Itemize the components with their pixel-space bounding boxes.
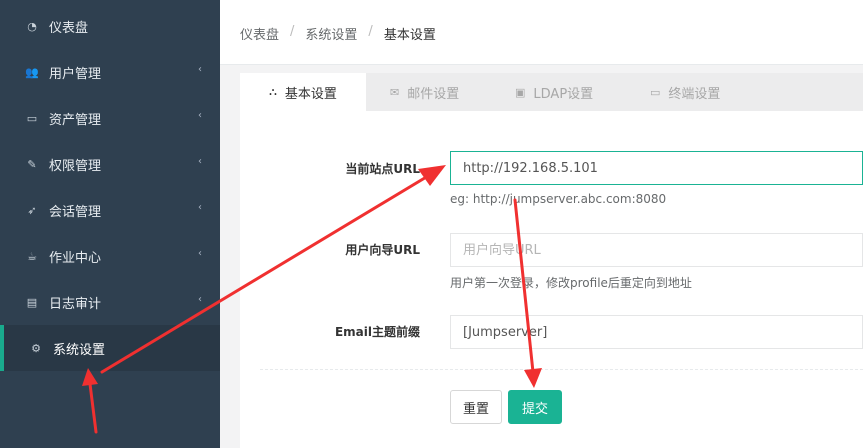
sidebar-item-label: 作业中心 xyxy=(49,250,102,266)
site-url-input[interactable] xyxy=(450,151,863,185)
chevron-left-icon: ‹ xyxy=(198,294,202,305)
tab-ldap-settings[interactable]: ▣ LDAP设置 xyxy=(515,73,593,111)
dashboard-icon: ◔ xyxy=(27,19,37,33)
tab-label: 邮件设置 xyxy=(407,86,460,102)
sidebar-item-dashboard[interactable]: ◔ 仪表盘 xyxy=(0,3,220,49)
rocket-icon: ➶ xyxy=(27,203,37,217)
tab-basic-settings[interactable]: ⛬ 基本设置 xyxy=(240,73,366,111)
tab-label: 基本设置 xyxy=(284,86,337,102)
archive-icon: ▣ xyxy=(515,85,526,99)
user-guide-url-help: 用户第一次登录，修改profile后重定向到地址 xyxy=(450,276,692,290)
sidebar-item-settings[interactable]: ⚙ 系统设置 xyxy=(0,325,220,371)
sidebar-item-jobs[interactable]: ☕ 作业中心 ‹ xyxy=(0,233,220,279)
tab-label: 终端设置 xyxy=(668,86,721,102)
hdd-icon: ▭ xyxy=(650,85,661,99)
chevron-left-icon: ‹ xyxy=(198,202,202,213)
sidebar-item-permissions[interactable]: ✎ 权限管理 ‹ xyxy=(0,141,220,187)
breadcrumb-separator: / xyxy=(290,24,295,39)
edit-icon: ✎ xyxy=(27,157,37,171)
sidebar-item-label: 日志审计 xyxy=(49,296,102,312)
chevron-left-icon: ‹ xyxy=(198,64,202,75)
users-icon: 👥 xyxy=(25,65,39,79)
chevron-left-icon: ‹ xyxy=(198,156,202,167)
sidebar-item-assets[interactable]: ▭ 资产管理 ‹ xyxy=(0,95,220,141)
site-url-label: 当前站点URL xyxy=(345,162,420,176)
sidebar-item-label: 会话管理 xyxy=(49,204,102,220)
sidebar-item-label: 资产管理 xyxy=(49,112,102,128)
breadcrumb-bar: 仪表盘 / 系统设置 / 基本设置 xyxy=(220,0,863,65)
settings-tabs: ⛬ 基本设置 ✉ 邮件设置 ▣ LDAP设置 ▭ 终端设置 xyxy=(240,73,863,111)
cubes-icon: ⛬ xyxy=(269,85,277,98)
tab-label: LDAP设置 xyxy=(533,86,594,102)
submit-button[interactable]: 提交 xyxy=(508,390,562,424)
sidebar-item-label: 权限管理 xyxy=(49,158,102,174)
sidebar-item-audit[interactable]: ▤ 日志审计 ‹ xyxy=(0,279,220,325)
breadcrumb-item-current: 基本设置 xyxy=(383,28,436,43)
reset-button[interactable]: 重置 xyxy=(450,390,502,424)
email-subject-prefix-label: Email主题前缀 xyxy=(334,325,420,339)
sidebar-item-label: 用户管理 xyxy=(49,66,102,82)
sidebar-item-label: 系统设置 xyxy=(53,342,106,358)
gears-icon: ⚙ xyxy=(31,341,41,355)
sidebar-item-sessions[interactable]: ➶ 会话管理 ‹ xyxy=(0,187,220,233)
envelope-icon: ✉ xyxy=(390,85,400,99)
tab-terminal-settings[interactable]: ▭ 终端设置 xyxy=(650,73,720,111)
sidebar-item-label: 仪表盘 xyxy=(49,20,89,36)
breadcrumb: 仪表盘 / 系统设置 / 基本设置 xyxy=(240,24,436,43)
user-guide-url-input[interactable] xyxy=(450,233,863,267)
sidebar: ◔ 仪表盘 👥 用户管理 ‹ ▭ 资产管理 ‹ ✎ 权限管理 ‹ ➶ 会话管理 … xyxy=(0,0,220,448)
chevron-left-icon: ‹ xyxy=(198,248,202,259)
coffee-icon: ☕ xyxy=(27,249,37,263)
breadcrumb-item-dashboard[interactable]: 仪表盘 xyxy=(240,24,279,43)
site-url-help: eg: http://jumpserver.abc.com:8080 xyxy=(450,192,667,206)
tab-email-settings[interactable]: ✉ 邮件设置 xyxy=(390,73,459,111)
chevron-left-icon: ‹ xyxy=(198,110,202,121)
email-subject-prefix-input[interactable] xyxy=(450,315,863,349)
breadcrumb-separator: / xyxy=(368,24,373,39)
form-divider xyxy=(260,369,863,370)
user-guide-url-label: 用户向导URL xyxy=(345,243,420,257)
breadcrumb-item-settings[interactable]: 系统设置 xyxy=(305,24,357,43)
sidebar-item-users[interactable]: 👥 用户管理 ‹ xyxy=(0,49,220,95)
calendar-icon: ▤ xyxy=(26,295,38,309)
inbox-icon: ▭ xyxy=(26,111,38,125)
